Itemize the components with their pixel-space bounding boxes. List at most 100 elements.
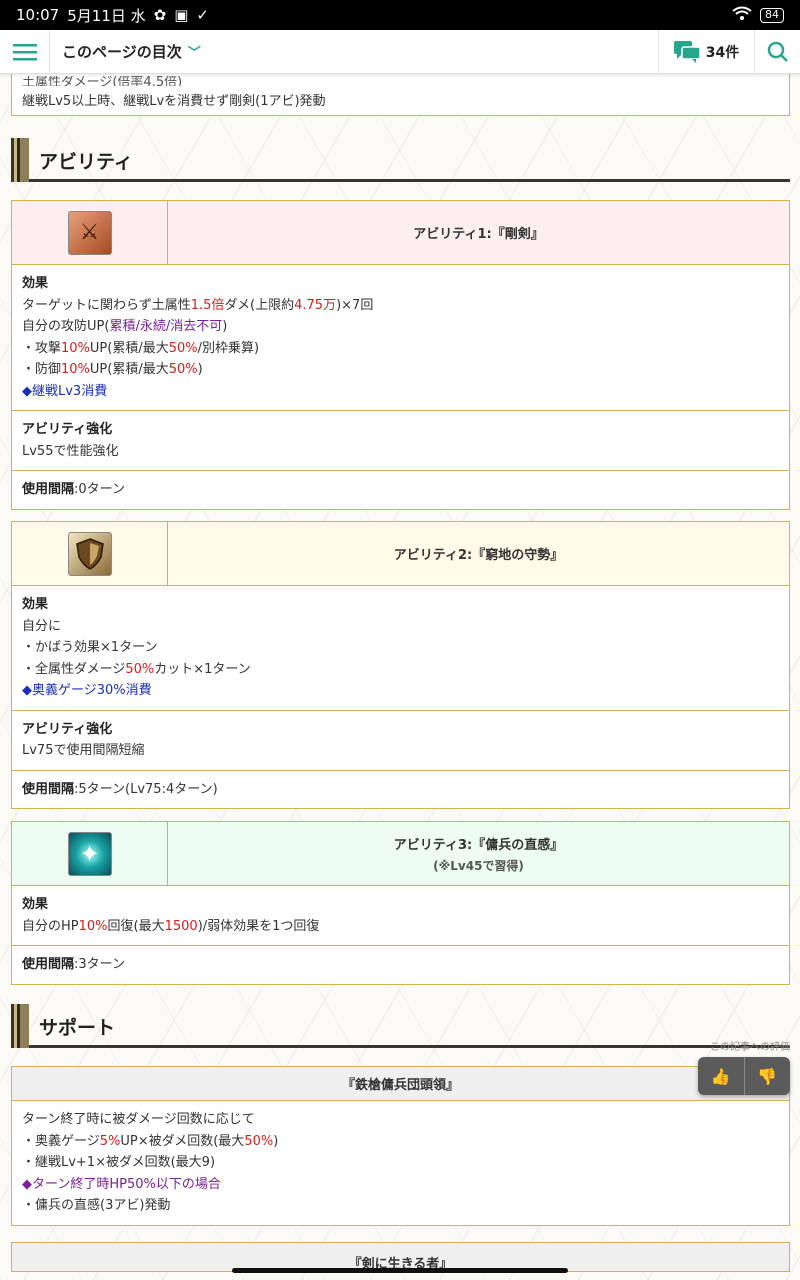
ability-table-2: アビリティ2:『窮地の守勢』 効果 自分に ・かばう効果×1ターン ・全属性ダメ…	[11, 521, 790, 809]
dislike-button[interactable]: 👎	[743, 1057, 791, 1095]
effect-cost: ◆奥義ゲージ30%消費	[22, 683, 152, 698]
check-icon: ✓	[196, 6, 209, 24]
ability-icon-cell: ⚔	[12, 201, 168, 264]
support-name: 『鉄槍傭兵団頭領』	[12, 1067, 789, 1101]
enhance-text: Lv55で性能強化	[22, 443, 119, 459]
text: )	[222, 319, 228, 334]
like-button[interactable]: 👍	[698, 1057, 744, 1095]
rating-buttons: 👍 👎	[698, 1057, 790, 1095]
thumbs-down-icon: 👎	[757, 1066, 778, 1086]
menu-button[interactable]	[0, 29, 50, 74]
notification-icon: ▣	[174, 6, 189, 24]
toc-dropdown[interactable]: このページの目次 ﹀	[50, 41, 658, 62]
heading-rule	[29, 1045, 790, 1048]
effect-label: 効果	[22, 276, 49, 291]
text: UP(累積/最大	[89, 340, 169, 356]
toc-label: このページの目次	[62, 43, 182, 61]
chevron-down-icon: ﹀	[187, 46, 201, 61]
text: ・攻撃	[22, 340, 62, 356]
sparkle-icon: ✦	[67, 831, 112, 876]
effect-label: 効果	[22, 597, 49, 612]
menu-icon	[12, 43, 37, 60]
ability-effect: 効果 自分に ・かばう効果×1ターン ・全属性ダメージ50%カット×1ターン ◆…	[12, 586, 789, 711]
text: 自分のHP	[22, 918, 79, 934]
article-rating: この記事への評価 👍 👎	[698, 1038, 790, 1095]
ability-note: (※Lv45で習得)	[433, 858, 524, 873]
text: /別枠乗算)	[197, 340, 260, 356]
effect-line: ・防御10%UP(累積/最大50%)	[22, 359, 779, 381]
search-button[interactable]	[754, 29, 800, 74]
section-heading-support: サポート	[11, 1004, 790, 1048]
gesture-bar[interactable]	[232, 1268, 568, 1273]
text: UP(累積/最大	[89, 362, 169, 377]
text: カット×1ターン	[154, 661, 251, 677]
status-date: 5月11日 水	[67, 6, 146, 25]
effect-label: 効果	[22, 897, 49, 912]
prev-text: 継戦Lv5以上時、継戦Lvを消費せず剛剣(1アビ)発動	[22, 94, 326, 109]
effect-line: 自分に	[22, 618, 62, 634]
support-line: ・継戦Lv+1×被ダメ回数(最大9)	[22, 1155, 216, 1170]
ability-name-text: アビリティ3:『傭兵の直感』	[393, 837, 564, 853]
ability-enhance: アビリティ強化 Lv75で使用間隔短縮	[12, 711, 789, 771]
ability-name-text: アビリティ2:『窮地の守勢』	[393, 548, 564, 563]
cooldown-value: :3ターン	[74, 957, 126, 972]
value: 50%	[168, 340, 198, 356]
section-title: アビリティ	[39, 150, 133, 173]
effect-line: 自分の攻防UP(累積/永続/消去不可)	[22, 316, 779, 338]
text: ・全属性ダメージ	[22, 661, 126, 677]
ability-icon-cell	[12, 522, 168, 585]
support-line: ・奥義ゲージ5%UP×被ダメ回数(最大50%)	[22, 1131, 779, 1153]
cut-text: 土属性ダメージ(倍率4.5倍)	[22, 76, 183, 86]
ability-header: ⚔ アビリティ1:『剛剣』	[12, 201, 789, 265]
ability-table-1: ⚔ アビリティ1:『剛剣』 効果 ターゲットに関わらず土属性1.5倍ダメ(上限約…	[11, 200, 790, 510]
wifi-icon	[732, 6, 752, 24]
value: 1500	[164, 918, 198, 934]
heading-ornament	[11, 138, 29, 182]
ability-name-text: アビリティ1:『剛剣』	[413, 227, 544, 242]
cooldown-label: 使用間隔	[22, 957, 75, 972]
value: 10%	[61, 340, 90, 356]
battery-icon: 84	[760, 7, 784, 23]
status-time: 10:07	[16, 6, 60, 24]
effect-line: 自分のHP10%回復(最大1500)/弱体効果を1つ回復	[22, 916, 779, 938]
site-header: このページの目次 ﹀ 34件	[0, 29, 800, 74]
status-bar: 10:07 5月11日 水 ✿ ▣ ✓ 84	[0, 0, 800, 30]
ability-cooldown: 使用間隔:3ターン	[12, 946, 789, 984]
value: 4.75万	[294, 297, 337, 313]
cooldown-value: :5ターン(Lv75:4ターン)	[74, 781, 218, 797]
thumbs-up-icon: 👍	[710, 1066, 731, 1086]
support-line: ・傭兵の直感(3アビ)発動	[22, 1198, 171, 1213]
ability-name: アビリティ2:『窮地の守勢』	[168, 522, 789, 585]
shield-icon	[67, 531, 112, 576]
ability-effect: 効果 ターゲットに関わらず土属性1.5倍ダメ(上限約4.75万)×7回 自分の攻…	[12, 265, 789, 411]
text: ・防御	[22, 362, 62, 377]
ability-header: ✦ アビリティ3:『傭兵の直感』 (※Lv45で習得)	[12, 822, 789, 886]
heading-ornament	[11, 1004, 29, 1048]
settings-icon: ✿	[153, 6, 167, 24]
support-condition: ◆ターン終了時HP50%以下の場合	[22, 1176, 221, 1192]
ability-header: アビリティ2:『窮地の守勢』	[12, 522, 789, 586]
rating-label: この記事への評価	[710, 1042, 790, 1053]
enhance-label: アビリティ強化	[22, 422, 113, 437]
value: 5%	[99, 1133, 121, 1149]
text: 回復(最大	[107, 918, 165, 934]
value: 50%	[168, 362, 198, 377]
effect-line: ・攻撃10%UP(累積/最大50%/別枠乗算)	[22, 338, 779, 360]
support-body: ターン終了時に被ダメージ回数に応じて ・奥義ゲージ5%UP×被ダメ回数(最大50…	[12, 1101, 789, 1225]
cooldown-value: :0ターン	[74, 482, 126, 497]
value: 1.5倍	[190, 297, 225, 313]
text: 自分の攻防UP(	[22, 319, 110, 334]
ability-icon-cell: ✦	[12, 822, 168, 885]
value: 10%	[78, 918, 108, 934]
text: )	[273, 1133, 279, 1149]
comments-button[interactable]: 34件	[658, 29, 754, 74]
text: ダメ(上限約	[224, 297, 295, 313]
enhance-text: Lv75で使用間隔短縮	[22, 743, 145, 758]
ability-cooldown: 使用間隔:5ターン(Lv75:4ターン)	[12, 771, 789, 809]
text: ・奥義ゲージ	[22, 1133, 100, 1149]
ability-table-3: ✦ アビリティ3:『傭兵の直感』 (※Lv45で習得) 効果 自分のHP10%回…	[11, 821, 790, 985]
comment-icon	[673, 40, 700, 63]
effect-line: ・かばう効果×1ターン	[22, 640, 158, 655]
effect-cost: ◆継戦Lv3消費	[22, 383, 108, 399]
value: 50%	[244, 1133, 274, 1149]
